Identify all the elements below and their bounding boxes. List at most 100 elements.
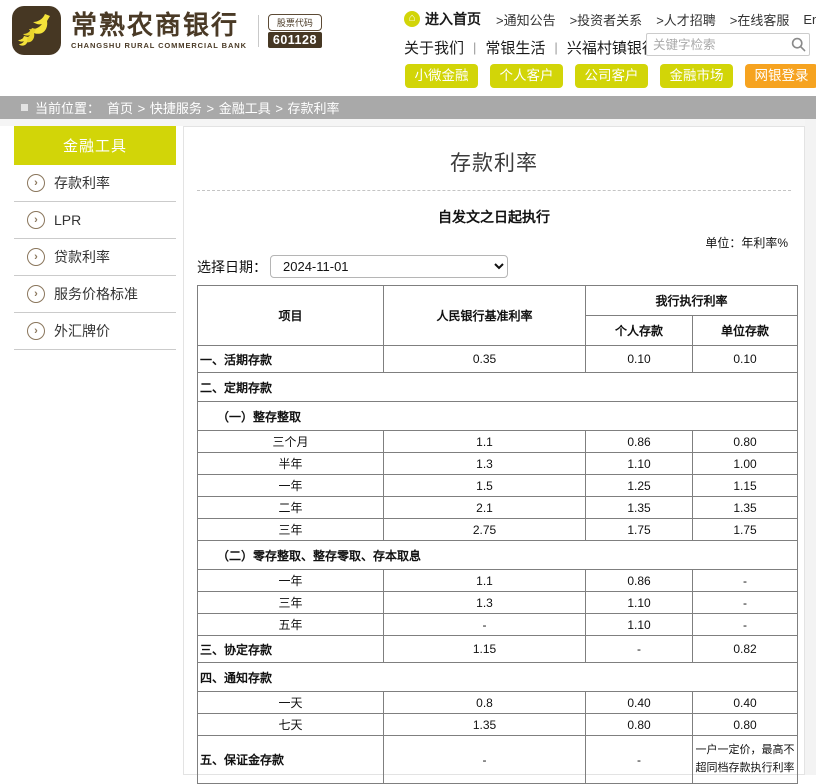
- sidebar-item-label: LPR: [54, 212, 81, 228]
- sidebar-item[interactable]: ›服务价格标准: [14, 276, 176, 313]
- date-select-label: 选择日期：: [197, 257, 267, 277]
- rate-table: 项目 人民银行基准利率 我行执行利率 个人存款 单位存款 一、活期存款0.350…: [197, 285, 798, 784]
- breadcrumb-item[interactable]: 金融工具: [219, 101, 271, 116]
- header-gap-band: [0, 119, 816, 126]
- pboc-rate-cell: -: [384, 614, 586, 636]
- breadcrumb-item[interactable]: 首页: [107, 101, 133, 116]
- quick-nav-button[interactable]: 金融市场: [660, 64, 733, 88]
- breadcrumb-item[interactable]: 快捷服务: [150, 101, 202, 116]
- breadcrumb-item[interactable]: 存款利率: [288, 101, 340, 116]
- pboc-rate-cell: 0.8: [384, 692, 586, 714]
- pboc-rate-cell: -: [384, 736, 586, 784]
- table-row: 五、保证金存款--一户一定价，最高不超同档存款执行利率: [198, 736, 798, 784]
- stock-badge: 股票代码 601128: [268, 14, 322, 48]
- sidebar-title: 金融工具: [14, 126, 176, 165]
- item-cell: 半年: [198, 453, 384, 475]
- table-row: 四、通知存款: [198, 663, 798, 692]
- personal-rate-cell: 1.10: [586, 614, 693, 636]
- pboc-rate-cell: 1.35: [384, 714, 586, 736]
- breadcrumb-bullet-icon: [21, 104, 28, 111]
- page-right-margin: [805, 119, 816, 775]
- personal-rate-cell: -: [586, 736, 693, 784]
- about-nav-separator: |: [473, 40, 476, 55]
- item-cell: 一年: [198, 570, 384, 592]
- section-label: （二）零存整取、整存零取、存本取息: [198, 541, 798, 570]
- breadcrumb-separator: >: [272, 101, 287, 116]
- top-nav-link[interactable]: >人才招聘: [656, 13, 716, 28]
- corporate-rate-cell: 1.35: [693, 497, 798, 519]
- top-nav-link[interactable]: >投资者关系: [570, 13, 643, 28]
- personal-rate-cell: 0.40: [586, 692, 693, 714]
- sidebar-item[interactable]: ›存款利率: [14, 165, 176, 202]
- sidebar-item[interactable]: › LPR: [14, 202, 176, 239]
- quick-nav-button[interactable]: 小微金融: [405, 64, 478, 88]
- about-nav-link[interactable]: 兴福村镇银行: [567, 37, 657, 58]
- table-row: （一）整存整取: [198, 402, 798, 431]
- breadcrumb-items: 首页 > 快捷服务 > 金融工具 > 存款利率: [107, 98, 340, 117]
- section-label: 二、定期存款: [198, 373, 798, 402]
- section-label: 四、通知存款: [198, 663, 798, 692]
- col-header-corporate: 单位存款: [693, 316, 798, 346]
- sidebar: 金融工具 ›存款利率›LPR›贷款利率›服务价格标准›外汇牌价: [14, 126, 176, 350]
- table-row: 二年2.11.351.35: [198, 497, 798, 519]
- lang-en-link[interactable]: En: [803, 12, 816, 27]
- pboc-rate-cell: 1.15: [384, 636, 586, 663]
- home-icon: ⌂: [404, 11, 420, 27]
- page-title: 存款利率: [184, 147, 804, 177]
- item-cell: 七天: [198, 714, 384, 736]
- corporate-rate-cell: 1.00: [693, 453, 798, 475]
- pboc-rate-cell: 1.3: [384, 453, 586, 475]
- table-row: 半年1.31.101.00: [198, 453, 798, 475]
- personal-rate-cell: 0.10: [586, 346, 693, 373]
- main-panel: 存款利率 自发文之日起执行 单位：年利率% 选择日期： 2024-11-01 项…: [183, 126, 805, 775]
- top-nav-links: >通知公告 >投资者关系 >人才招聘 >在线客服: [496, 10, 803, 29]
- bank-logo[interactable]: 常熟农商银行 CHANGSHU RURAL COMMERCIAL BANK 股票…: [12, 6, 322, 55]
- top-nav-link[interactable]: >通知公告: [496, 13, 556, 28]
- table-row: （二）零存整取、整存零取、存本取息: [198, 541, 798, 570]
- brand-name-en: CHANGSHU RURAL COMMERCIAL BANK: [71, 41, 247, 50]
- about-nav: 关于我们|常银生活|兴福村镇银行: [404, 37, 657, 58]
- search-input[interactable]: [647, 38, 787, 52]
- effective-note: 自发文之日起执行: [184, 207, 804, 227]
- top-nav-link[interactable]: >在线客服: [730, 13, 790, 28]
- item-cell: 三个月: [198, 431, 384, 453]
- item-cell: 五年: [198, 614, 384, 636]
- table-row: 七天1.350.800.80: [198, 714, 798, 736]
- dashed-divider: [197, 190, 791, 191]
- pboc-rate-cell: 1.1: [384, 570, 586, 592]
- ebank-login-button[interactable]: 网银登录: [745, 64, 816, 88]
- date-picker-row: 选择日期： 2024-11-01: [197, 255, 804, 278]
- about-nav-link[interactable]: 关于我们: [404, 37, 464, 58]
- personal-rate-cell: 0.80: [586, 714, 693, 736]
- about-nav-link[interactable]: 常银生活: [485, 37, 545, 58]
- sidebar-item[interactable]: ›外汇牌价: [14, 313, 176, 350]
- unit-note: 单位：年利率%: [200, 234, 788, 251]
- corporate-rate-cell: 一户一定价，最高不超同档存款执行利率: [693, 736, 798, 784]
- chevron-right-icon: ›: [27, 322, 45, 340]
- item-cell: 一、活期存款: [198, 346, 384, 373]
- section-label: （一）整存整取: [198, 402, 798, 431]
- quick-nav-button[interactable]: 个人客户: [490, 64, 563, 88]
- date-select[interactable]: 2024-11-01: [270, 255, 508, 278]
- sidebar-items: ›存款利率›LPR›贷款利率›服务价格标准›外汇牌价: [14, 165, 176, 350]
- table-row: 一、活期存款0.350.100.10: [198, 346, 798, 373]
- item-cell: 三年: [198, 519, 384, 541]
- chevron-right-icon: ›: [27, 174, 45, 192]
- sidebar-item[interactable]: ›贷款利率: [14, 239, 176, 276]
- top-nav: ⌂ 进入首页 >通知公告>投资者关系>人才招聘>在线客服 En | 繁: [404, 9, 816, 29]
- personal-rate-cell: 1.10: [586, 453, 693, 475]
- pboc-rate-cell: 2.75: [384, 519, 586, 541]
- table-row: 三年1.31.10-: [198, 592, 798, 614]
- table-row: 三年2.751.751.75: [198, 519, 798, 541]
- item-cell: 一年: [198, 475, 384, 497]
- corporate-rate-cell: -: [693, 592, 798, 614]
- personal-rate-cell: 0.86: [586, 431, 693, 453]
- home-link[interactable]: ⌂ 进入首页: [404, 9, 481, 29]
- chevron-right-icon: ›: [27, 211, 45, 229]
- search-icon[interactable]: [787, 34, 809, 55]
- personal-rate-cell: 1.25: [586, 475, 693, 497]
- item-cell: 五、保证金存款: [198, 736, 384, 784]
- quick-nav-button[interactable]: 公司客户: [575, 64, 648, 88]
- sidebar-item-label: 服务价格标准: [54, 284, 138, 304]
- corporate-rate-cell: 1.75: [693, 519, 798, 541]
